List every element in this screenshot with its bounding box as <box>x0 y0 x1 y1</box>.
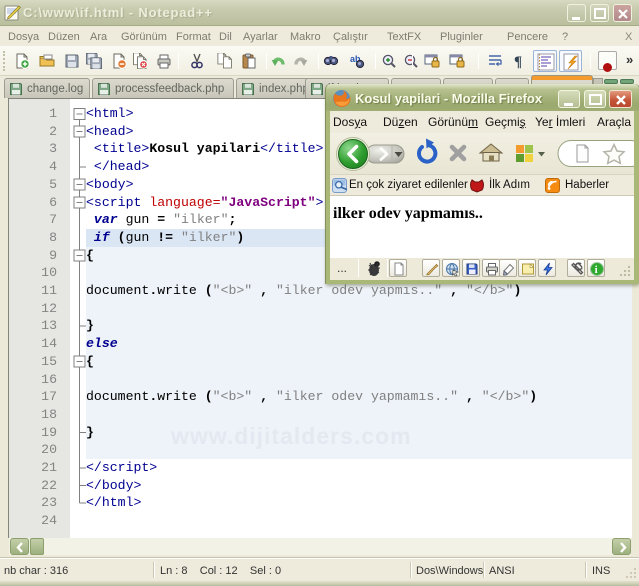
svg-text:¶: ¶ <box>514 54 522 69</box>
svg-text:i: i <box>595 264 598 276</box>
